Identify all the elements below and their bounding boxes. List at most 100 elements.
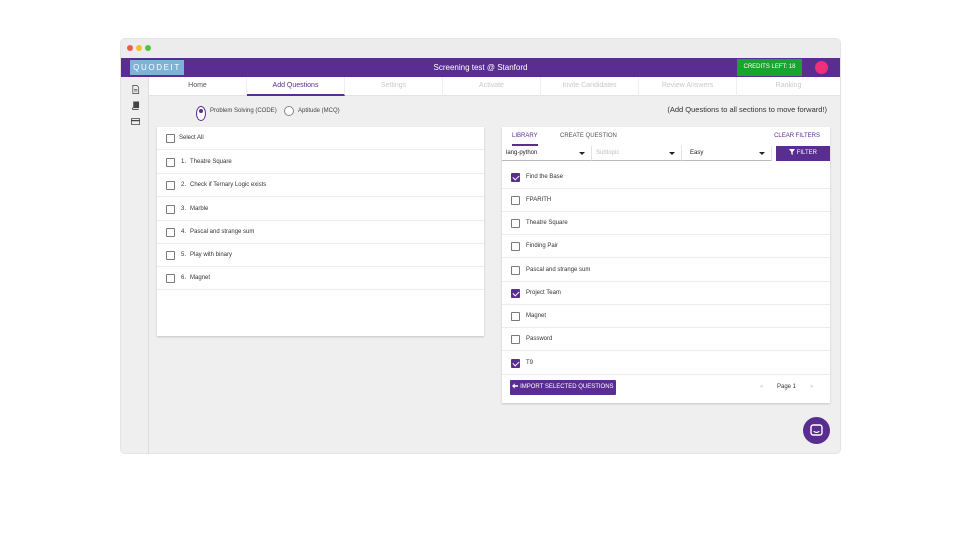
library-item-label: Pascal and strange sum [526, 267, 591, 273]
list-item[interactable]: 6. Magnet [157, 267, 484, 290]
library-item-label: FPARITH [526, 197, 552, 203]
radio-problem-solving[interactable] [196, 106, 206, 121]
tab-add-questions[interactable]: Add Questions [247, 77, 345, 96]
list-item-label: Check if Ternary Logic exists [190, 182, 267, 188]
library-item-checkbox[interactable] [511, 312, 520, 321]
list-item-label: Play with binary [190, 252, 233, 258]
import-selected-questions-label: IMPORT SELECTED QUESTIONS [520, 384, 614, 390]
list-item-label: Theatre Square [190, 159, 232, 165]
tab-ranking[interactable]: Ranking [737, 77, 840, 96]
library-item[interactable]: T9 [502, 352, 830, 375]
page-indicator: Page 1 [777, 384, 797, 390]
library-item-checkbox[interactable] [511, 335, 520, 344]
select-all-checkbox[interactable] [166, 134, 175, 143]
library-item[interactable]: Magnet [502, 305, 830, 328]
tab-library[interactable]: LIBRARY [512, 127, 538, 146]
app-window: QUODEIT Screening test @ Stanford CREDIT… [121, 39, 840, 453]
question-library-panel: LIBRARY CREATE QUESTION CLEAR FILTERS la… [502, 127, 830, 403]
wizard-tabs: Home Add Questions Settings Activate Inv… [149, 77, 840, 96]
library-item[interactable]: FPARITH [502, 189, 830, 212]
chat-launcher-button[interactable] [803, 417, 830, 444]
library-item-label: Find the Base [526, 174, 564, 180]
library-item-checkbox[interactable] [511, 173, 520, 182]
list-item-number: 6. [181, 275, 187, 281]
clear-filters-link[interactable]: CLEAR FILTERS [774, 127, 820, 146]
library-item[interactable]: Find the Base [502, 166, 830, 189]
instruction-text: (Add Questions to all sections to move f… [667, 105, 827, 114]
tab-settings[interactable]: Settings [345, 77, 443, 96]
list-item[interactable]: 2. Check if Ternary Logic exists [157, 174, 484, 197]
list-item-checkbox[interactable] [166, 205, 175, 214]
list-item-checkbox[interactable] [166, 158, 175, 167]
list-item-number: 2. [181, 182, 187, 188]
tab-review-answers[interactable]: Review Answers [639, 77, 737, 96]
library-item-label: Project Team [526, 290, 561, 296]
radio-problem-solving-label[interactable]: Problem Solving (CODE) [210, 107, 277, 116]
prev-page-button[interactable]: « [760, 380, 763, 395]
document-icon[interactable] [131, 85, 140, 94]
filter-button[interactable]: FILTER [776, 146, 830, 161]
tab-home[interactable]: Home [149, 77, 247, 96]
credits-badge: CREDITS LEFT: 18 [737, 59, 802, 76]
library-item[interactable]: Pascal and strange sum [502, 259, 830, 282]
select-all-label[interactable]: Select All [179, 127, 204, 150]
book-icon[interactable] [131, 101, 140, 110]
page-title: Screening test @ Stanford [433, 63, 528, 72]
language-select[interactable]: lang-python [502, 146, 592, 161]
chevron-down-icon [759, 152, 765, 155]
radio-aptitude[interactable] [284, 106, 294, 116]
select-all-row[interactable]: Select All [157, 127, 484, 150]
list-item[interactable]: 3. Marble [157, 198, 484, 221]
library-item-checkbox[interactable] [511, 266, 520, 275]
library-item[interactable]: Theatre Square [502, 212, 830, 235]
library-item-label: Magnet [526, 313, 547, 319]
list-item[interactable]: 5. Play with binary [157, 244, 484, 267]
subtopic-select[interactable]: Subtopic [592, 146, 682, 161]
chat-icon [810, 424, 823, 436]
app-header: QUODEIT Screening test @ Stanford CREDIT… [121, 58, 840, 77]
next-page-button[interactable]: » [810, 380, 813, 395]
maximize-window-button[interactable] [145, 45, 151, 51]
list-item-number: 3. [181, 206, 187, 212]
selected-questions-panel: Select All 1. Theatre Square 2. Check if… [157, 127, 484, 336]
list-item-checkbox[interactable] [166, 181, 175, 190]
tab-activate[interactable]: Activate [443, 77, 541, 96]
tab-invite-candidates[interactable]: Invite Candidates [541, 77, 639, 96]
library-tabs: LIBRARY CREATE QUESTION CLEAR FILTERS [502, 127, 830, 146]
minimize-window-button[interactable] [136, 45, 142, 51]
list-item-label: Pascal and strange sum [190, 229, 255, 235]
avatar[interactable] [815, 61, 828, 74]
radio-aptitude-label[interactable]: Aptitude (MCQ) [298, 107, 340, 116]
library-item-checkbox[interactable] [511, 219, 520, 228]
chevron-down-icon [669, 152, 675, 155]
library-item-label: T9 [526, 360, 534, 366]
list-item-checkbox[interactable] [166, 251, 175, 260]
list-item[interactable]: 4. Pascal and strange sum [157, 221, 484, 244]
library-item-label: Finding Pair [526, 243, 559, 249]
list-item-number: 5. [181, 252, 187, 258]
language-select-value: lang-python [506, 150, 538, 156]
library-item-checkbox[interactable] [511, 289, 520, 298]
library-item-checkbox[interactable] [511, 242, 520, 251]
list-item-label: Marble [190, 206, 209, 212]
list-item-checkbox[interactable] [166, 228, 175, 237]
library-item[interactable]: Project Team [502, 282, 830, 305]
card-icon[interactable] [131, 117, 140, 126]
import-selected-questions-button[interactable]: IMPORT SELECTED QUESTIONS [510, 380, 616, 395]
funnel-icon [789, 149, 796, 155]
library-item-checkbox[interactable] [511, 359, 520, 368]
close-window-button[interactable] [127, 45, 133, 51]
list-item[interactable]: 1. Theatre Square [157, 151, 484, 174]
window-titlebar [121, 39, 840, 58]
tab-create-question[interactable]: CREATE QUESTION [560, 127, 617, 146]
chevron-down-icon [579, 152, 585, 155]
sidebar [121, 77, 149, 453]
list-item-checkbox[interactable] [166, 274, 175, 283]
list-item-number: 1. [181, 159, 187, 165]
library-item-label: Theatre Square [526, 220, 568, 226]
library-item-checkbox[interactable] [511, 196, 520, 205]
library-item[interactable]: Password [502, 328, 830, 351]
list-item-number: 4. [181, 229, 187, 235]
difficulty-select[interactable]: Easy [682, 146, 772, 161]
library-item[interactable]: Finding Pair [502, 235, 830, 258]
